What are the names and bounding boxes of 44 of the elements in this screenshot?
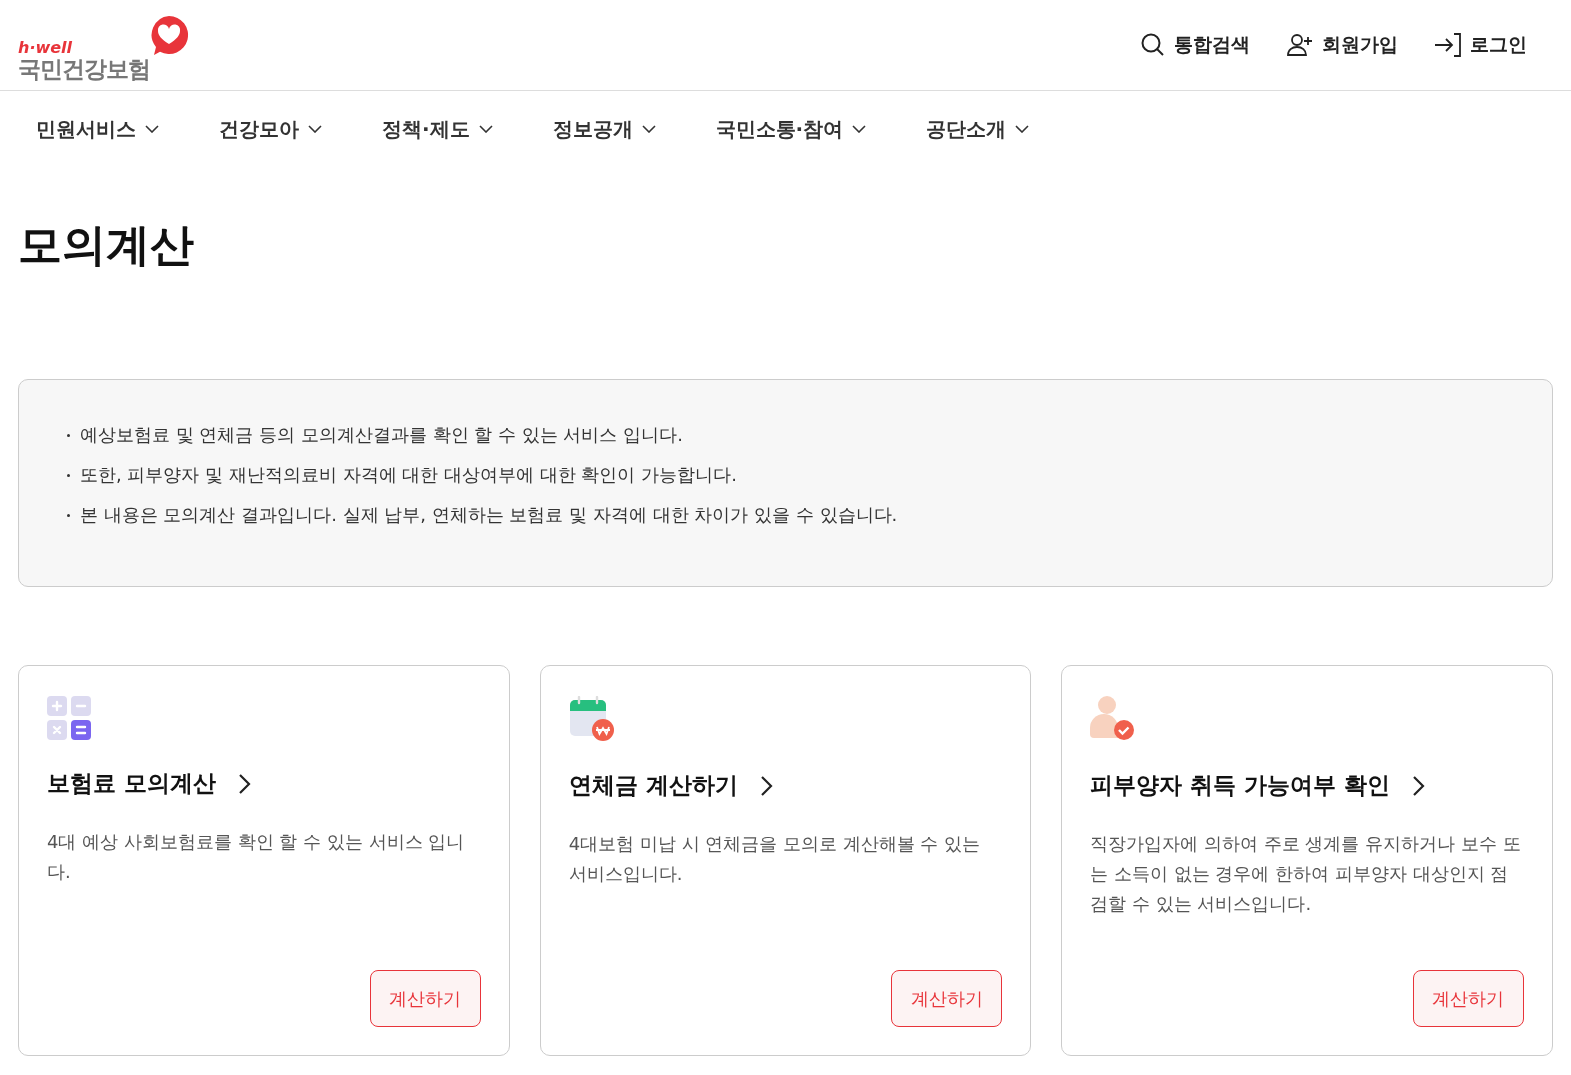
- logo-tagline: h·well: [18, 40, 74, 56]
- card-description: 4대보험 미납 시 연체금을 모의로 계산해볼 수 있는 서비스입니다.: [568, 832, 982, 886]
- chevron-down-icon: [852, 125, 867, 133]
- nav-menu-item[interactable]: 정책·제도: [382, 115, 493, 143]
- calendar-won-icon: [568, 696, 615, 742]
- calculate-button[interactable]: 계산하기: [891, 970, 1003, 1027]
- card-description: 4대 예상 사회보험료를 확인 할 수 있는 서비스 입니다.: [47, 830, 466, 884]
- chevron-down-icon: [145, 125, 159, 133]
- logo-name: 국민건강보험: [18, 56, 150, 82]
- nav-menu-item[interactable]: 정보공개: [552, 115, 656, 143]
- chevron-right-icon: [238, 772, 252, 795]
- login-icon: [1434, 32, 1462, 58]
- card-description: 직장가입자에 의하여 주로 생계를 유지하거나 보수 또는 소득이 없는 경우에 한하여 피부양자 대상인지 점검할 수 있는 서비스입니다.: [1090, 832, 1522, 916]
- notice-text: 예상보험료 및 연체금 등의 모의계산결과를 확인 할 수 있는 서비스 입니다.: [80, 424, 683, 446]
- nav-menu-item[interactable]: 민원서비스: [36, 115, 159, 143]
- nav-menu-item[interactable]: 공단소개: [926, 115, 1030, 143]
- chevron-down-icon: [478, 125, 493, 133]
- nav-menu-item[interactable]: 국민소통·참여: [715, 115, 867, 143]
- chevron-down-icon: [1015, 125, 1030, 133]
- chevron-right-icon: [1412, 774, 1427, 797]
- card-title-link[interactable]: 피부양자 취득 가능여부 확인: [1090, 770, 1427, 801]
- calculate-button[interactable]: 계산하기: [369, 970, 481, 1027]
- bullet-icon: [67, 513, 70, 517]
- header-link[interactable]: 로그인: [1434, 32, 1527, 58]
- card-title-link[interactable]: 연체금 계산하기: [568, 770, 774, 801]
- header-link[interactable]: 회원가입: [1286, 32, 1398, 58]
- chevron-down-icon: [308, 125, 322, 133]
- nav-menu-item[interactable]: 건강모아: [219, 115, 322, 143]
- bullet-icon: [67, 473, 70, 477]
- header-link[interactable]: 통합검색: [1140, 32, 1250, 58]
- bullet-icon: [67, 433, 70, 437]
- calculator-icon: [47, 696, 91, 740]
- person-check-icon: [1090, 696, 1137, 742]
- chevron-right-icon: [759, 774, 774, 797]
- logo[interactable]: h·well 국민건강보험: [18, 10, 190, 80]
- notice-text: 또한, 피부양자 및 재난적의료비 자격에 대한 대상여부에 대한 확인이 가능합니다.: [80, 464, 737, 486]
- chevron-down-icon: [641, 125, 656, 133]
- page-title: 모의계산: [18, 218, 195, 272]
- card-title-link[interactable]: 보험료 모의계산: [47, 768, 252, 799]
- calculate-button[interactable]: 계산하기: [1413, 970, 1524, 1027]
- notice-text: 본 내용은 모의계산 결과입니다. 실제 납부, 연체하는 보험료 및 자격에 대한 차이가 있을 수 있습니다.: [80, 504, 898, 526]
- person-add-icon: [1286, 33, 1314, 57]
- heart-speech-bubble-icon: [148, 14, 190, 56]
- search-icon: [1140, 32, 1166, 58]
